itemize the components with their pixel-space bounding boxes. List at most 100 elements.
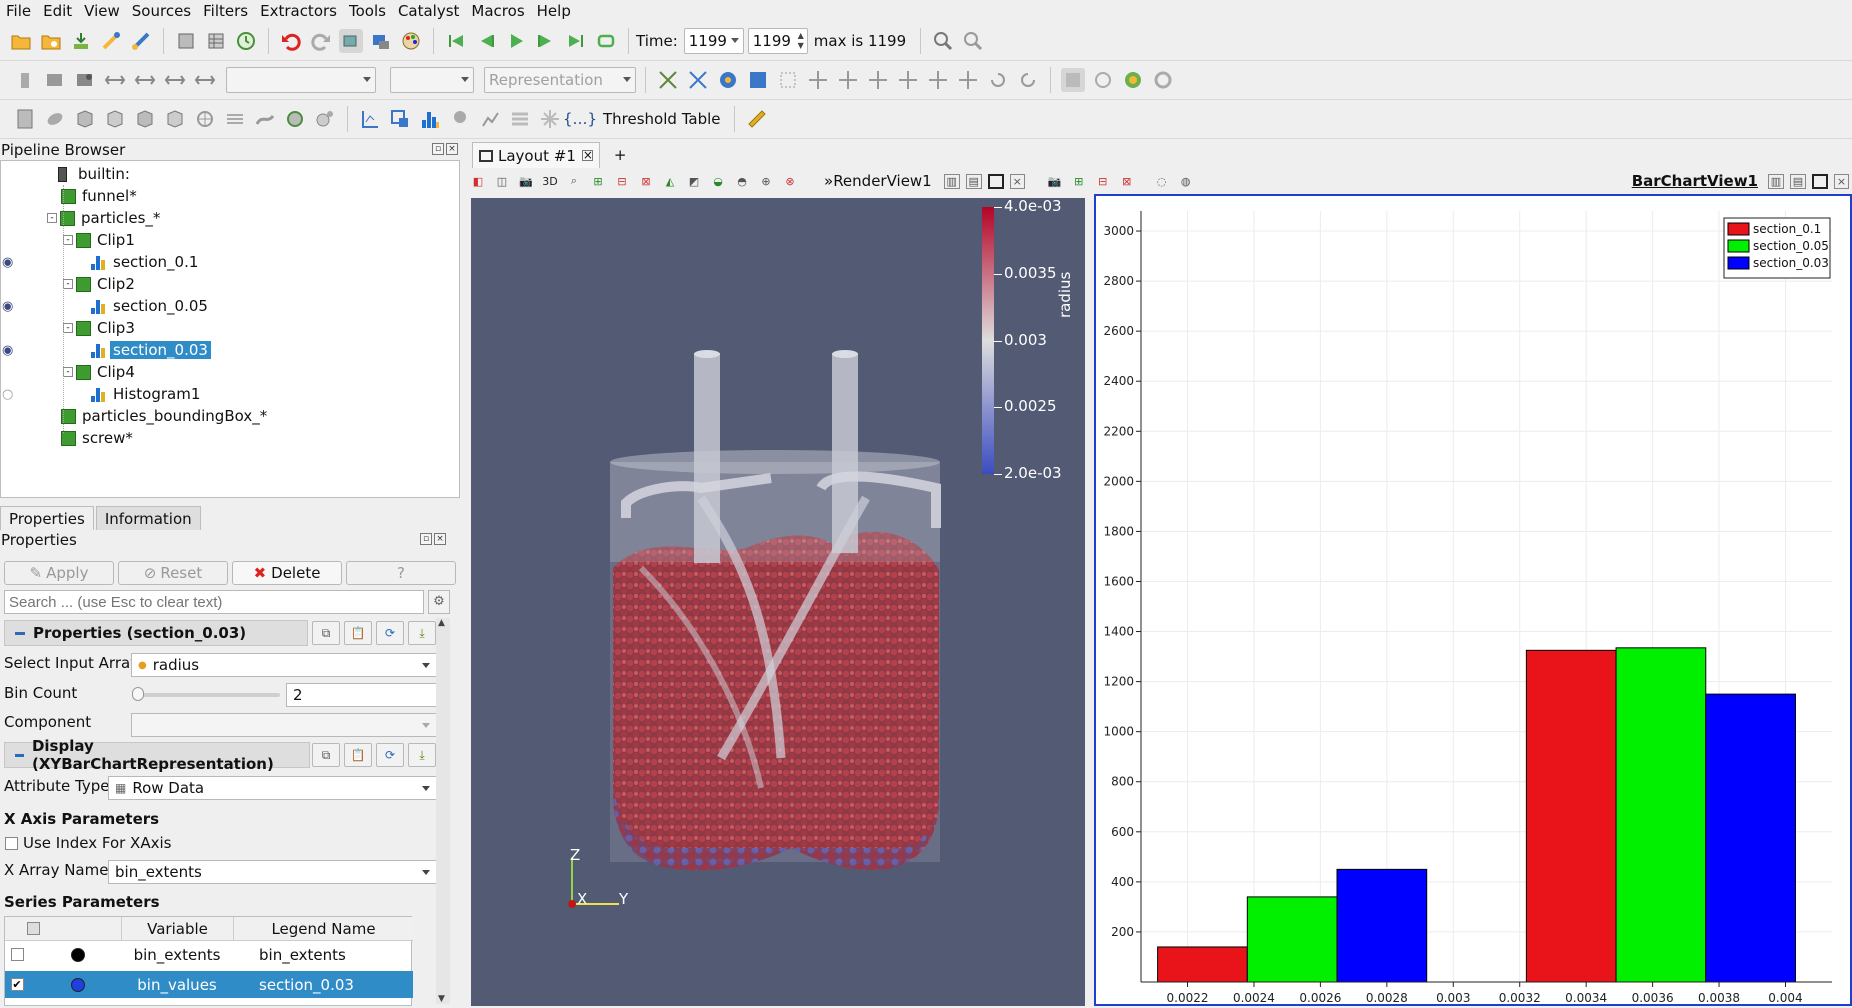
render-settings-icon[interactable]: ◫	[493, 172, 511, 190]
pipeline-item[interactable]: section_0.05	[91, 295, 211, 317]
chart-split-horizontal-icon[interactable]: ▥	[1768, 173, 1784, 189]
copy-icon[interactable]: ⧉	[312, 621, 340, 645]
menu-extractors[interactable]: Extractors	[254, 2, 343, 20]
extract-subset-icon[interactable]	[163, 107, 187, 131]
pipeline-item[interactable]: screw*	[61, 427, 136, 449]
tab-properties[interactable]: Properties	[0, 506, 94, 530]
slider-handle[interactable]	[132, 687, 144, 701]
view-plus-x-icon[interactable]	[806, 68, 830, 92]
plot-over-line-icon[interactable]	[358, 107, 382, 131]
select-all-checkbox[interactable]	[5, 917, 61, 940]
visibility-eye-icon[interactable]: ◉	[2, 251, 16, 273]
probe-icon[interactable]	[448, 107, 472, 131]
menu-help[interactable]: Help	[531, 2, 577, 20]
pipeline-item[interactable]: section_0.03	[91, 339, 211, 361]
menu-filters[interactable]: Filters	[197, 2, 254, 20]
visibility-eye-icon[interactable]: ◉	[2, 295, 16, 317]
chart-select-icon[interactable]: ⊞	[1070, 172, 1088, 190]
scroll-up-icon[interactable]: ▲	[438, 618, 445, 628]
attribute-type-combo[interactable]: ▦ Row Data	[108, 776, 437, 800]
float-properties-icon[interactable]: ▫	[420, 533, 432, 545]
orientation-axes-icon[interactable]	[1091, 68, 1115, 92]
maximize-view-icon[interactable]	[987, 173, 1004, 189]
maximize-view-icon[interactable]	[163, 68, 187, 92]
view-3d-toggle[interactable]: 3D	[541, 172, 559, 190]
reset-button[interactable]: ⊘ Reset	[118, 561, 228, 585]
variable-combo[interactable]	[226, 67, 376, 93]
center-rotation-icon[interactable]	[716, 68, 740, 92]
contour-icon[interactable]	[43, 107, 67, 131]
reload-icon[interactable]: ⟳	[376, 621, 404, 645]
properties-search-input[interactable]	[4, 590, 424, 614]
open-file-icon[interactable]	[9, 29, 33, 53]
first-frame-icon[interactable]	[444, 29, 468, 53]
pipeline-tree[interactable]: builtin: funnel* - particles_* - Clip1 ◉ sectio…	[0, 160, 460, 498]
clip-icon[interactable]	[73, 107, 97, 131]
warp-icon[interactable]	[253, 107, 277, 131]
split-vertical-icon[interactable]	[133, 68, 157, 92]
undo-icon[interactable]	[279, 29, 303, 53]
tab-information[interactable]: Information	[95, 506, 201, 530]
zoom-to-data-icon[interactable]	[931, 29, 955, 53]
search-settings-icon[interactable]: ⚙	[428, 590, 450, 614]
load-state-icon[interactable]	[39, 29, 63, 53]
series-table[interactable]: Variable Legend Name bin_extents bin_extent…	[4, 916, 413, 1006]
component-combo[interactable]	[390, 67, 474, 93]
chart-split-vertical-icon[interactable]: ▤	[1790, 173, 1806, 189]
bin-count-input[interactable]: 2	[286, 683, 437, 707]
display-reload-icon[interactable]: ⟳	[376, 743, 404, 767]
extract-level-icon[interactable]	[313, 107, 337, 131]
bar-chart-view-label[interactable]: BarChartView1	[1632, 172, 1758, 190]
clear-selection-icon[interactable]: ⊗	[781, 172, 799, 190]
apply-button[interactable]: ✎ Apply	[4, 561, 114, 585]
stream-tracer-icon[interactable]	[223, 107, 247, 131]
python-calculator-icon[interactable]	[508, 107, 532, 131]
time-value-combo[interactable]: 1199	[683, 28, 744, 54]
scroll-down-icon[interactable]: ▼	[438, 994, 445, 1004]
glyph-icon[interactable]	[193, 107, 217, 131]
menu-edit[interactable]: Edit	[37, 2, 78, 20]
camera-link-icon[interactable]	[369, 29, 393, 53]
component-combo[interactable]	[131, 713, 437, 737]
hover-points-icon[interactable]: ◒	[709, 172, 727, 190]
pipeline-item[interactable]: particles_boundingBox_*	[61, 405, 270, 427]
plot-over-time-icon[interactable]	[478, 107, 502, 131]
rotate-plus-90-icon[interactable]	[986, 68, 1010, 92]
disconnect-icon[interactable]	[129, 29, 153, 53]
select-cells-icon[interactable]: ⊞	[589, 172, 607, 190]
plot-selection-icon[interactable]	[388, 107, 412, 131]
split-vertical-view-icon[interactable]: ▤	[965, 173, 982, 189]
time-index-spinbox[interactable]: 1199 ▲ ▼	[747, 28, 808, 54]
menu-tools[interactable]: Tools	[343, 2, 392, 20]
series-legend-name[interactable]: section_0.03	[233, 971, 413, 998]
center-axes-icon[interactable]	[1121, 68, 1145, 92]
delete-all-icon[interactable]	[13, 68, 37, 92]
delete-button[interactable]: ✖ Delete	[232, 561, 342, 585]
select-input-combo[interactable]: ● radius	[131, 653, 437, 677]
view-minus-y-icon[interactable]	[896, 68, 920, 92]
display-save-default-icon[interactable]: ⤓	[408, 743, 436, 767]
play-icon[interactable]	[504, 29, 528, 53]
annotate-icon[interactable]	[538, 107, 562, 131]
variable-column-header[interactable]: Variable	[121, 917, 233, 940]
pick-center-icon[interactable]	[746, 68, 770, 92]
representation-combo[interactable]: Representation	[484, 67, 636, 93]
server-connect-icon[interactable]	[73, 68, 97, 92]
float-panel-icon[interactable]: ▫	[432, 143, 444, 155]
spreadsheet-icon[interactable]	[204, 29, 228, 53]
help-button[interactable]: ?	[346, 561, 456, 585]
series-color-swatch[interactable]	[61, 971, 95, 998]
split-horizontal-icon[interactable]	[103, 68, 127, 92]
display-paste-icon[interactable]: 📋	[344, 743, 372, 767]
view-minus-z-icon[interactable]	[956, 68, 980, 92]
pipeline-item[interactable]: - Clip2	[63, 273, 138, 295]
previous-frame-icon[interactable]	[474, 29, 498, 53]
pipeline-item[interactable]: - Clip3	[63, 317, 138, 339]
bin-count-slider[interactable]	[132, 687, 280, 701]
timer-icon[interactable]	[234, 29, 258, 53]
zoom-to-box-icon[interactable]	[686, 68, 710, 92]
capture-selection-icon[interactable]: ◧	[469, 172, 487, 190]
chart-deselect-icon[interactable]: ⊟	[1094, 172, 1112, 190]
interactive-select-icon[interactable]: ◩	[685, 172, 703, 190]
python-script-icon[interactable]: {…}	[563, 107, 597, 131]
